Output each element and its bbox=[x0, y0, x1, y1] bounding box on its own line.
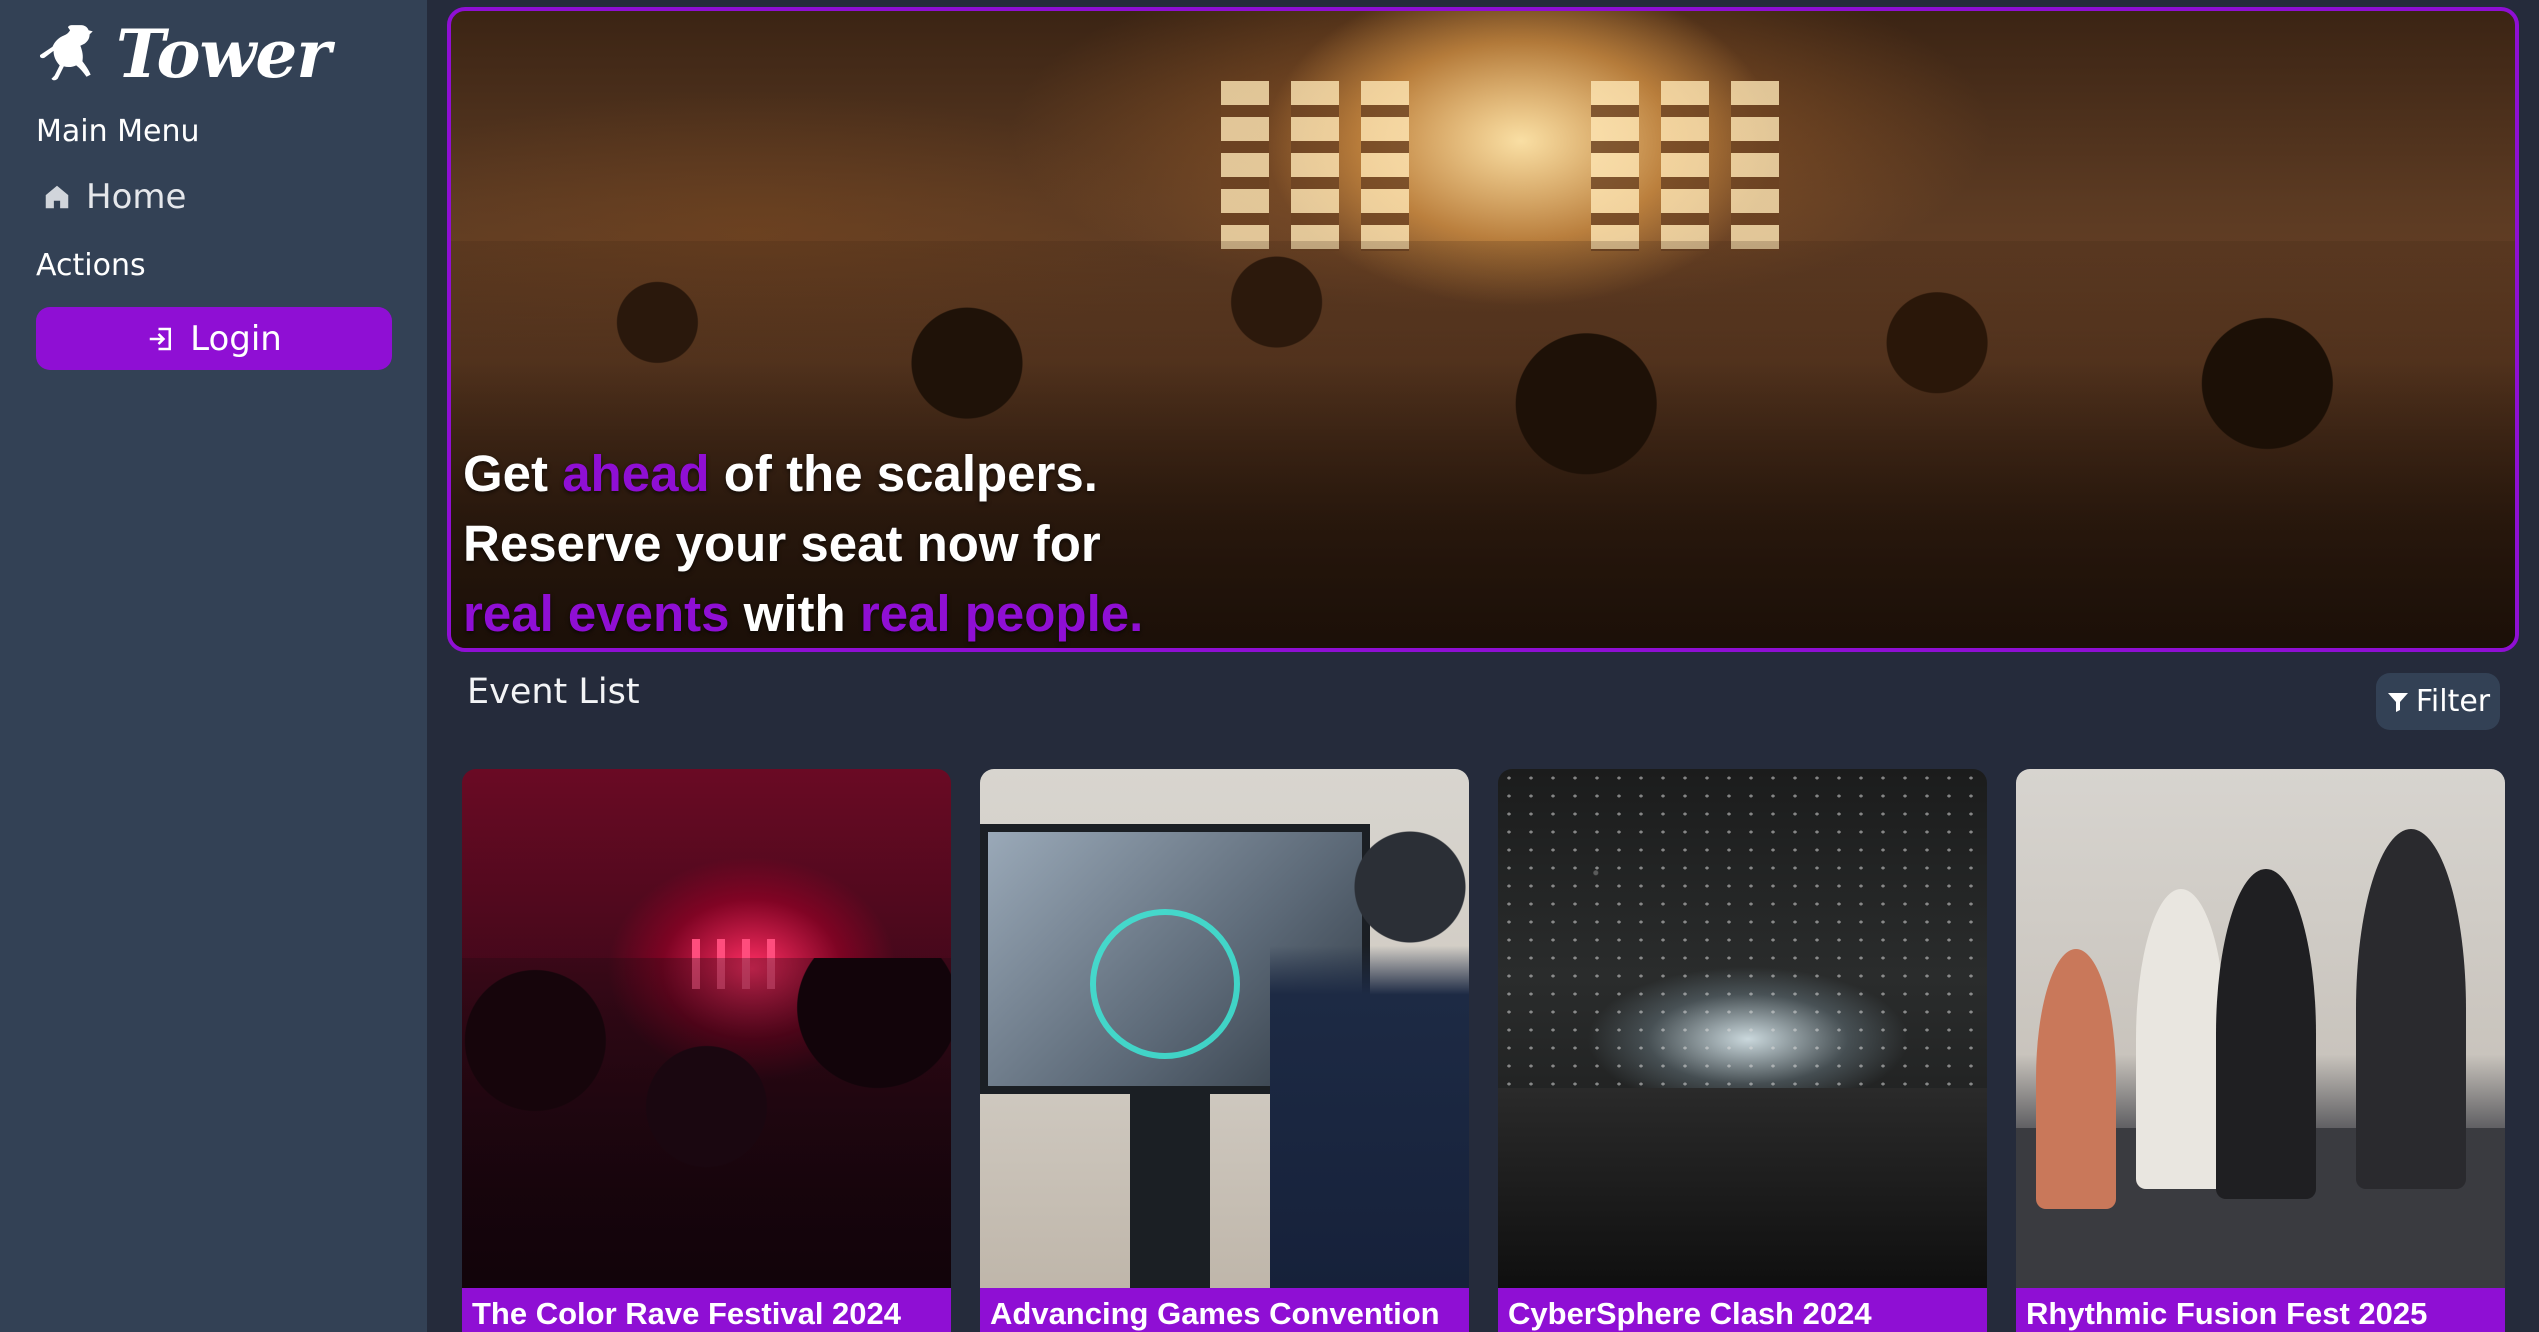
filter-button[interactable]: Filter bbox=[2376, 673, 2500, 730]
event-title: Rhythmic Fusion Fest 2025 bbox=[2016, 1288, 2505, 1332]
login-button[interactable]: Login bbox=[36, 307, 392, 370]
hero-accent-text: real people. bbox=[859, 585, 1144, 642]
hero-accent-text: real events bbox=[463, 585, 730, 642]
hero-text: with bbox=[729, 585, 860, 642]
filter-icon bbox=[2387, 692, 2408, 712]
main-menu-label: Main Menu bbox=[36, 114, 200, 149]
sidebar-item-home[interactable]: Home bbox=[42, 172, 186, 222]
event-title: Advancing Games Convention bbox=[980, 1288, 1469, 1332]
event-card[interactable]: CyberSphere Clash 2024 bbox=[1498, 769, 1987, 1332]
hero-stage-lights bbox=[1221, 81, 1781, 251]
event-card[interactable]: The Color Rave Festival 2024 bbox=[462, 769, 951, 1332]
hero-text: Reserve your seat now for bbox=[463, 515, 1101, 572]
event-image bbox=[462, 769, 951, 1288]
event-list-title: Event List bbox=[467, 672, 640, 712]
hero-headline: Get ahead of the scalpers. Reserve your … bbox=[463, 439, 1144, 648]
login-icon bbox=[149, 327, 172, 350]
brand[interactable]: Tower bbox=[36, 14, 331, 94]
event-title: CyberSphere Clash 2024 bbox=[1498, 1288, 1987, 1332]
kangaroo-icon bbox=[39, 25, 93, 81]
sidebar-item-label: Home bbox=[86, 177, 187, 217]
actions-label: Actions bbox=[36, 248, 146, 283]
event-title: The Color Rave Festival 2024 bbox=[462, 1288, 951, 1332]
event-image bbox=[2016, 769, 2505, 1288]
home-icon bbox=[45, 185, 69, 209]
hero-text: of the scalpers. bbox=[709, 445, 1098, 502]
event-image bbox=[1498, 769, 1987, 1288]
event-card[interactable]: Advancing Games Convention bbox=[980, 769, 1469, 1332]
event-image bbox=[980, 769, 1469, 1288]
sidebar: Tower Main Menu Home Actions Login bbox=[0, 0, 427, 1332]
brand-name: Tower bbox=[116, 15, 331, 93]
filter-label: Filter bbox=[2415, 684, 2491, 719]
hero-accent-text: ahead bbox=[562, 445, 710, 502]
hero-text: Get bbox=[463, 445, 563, 502]
event-card[interactable]: Rhythmic Fusion Fest 2025 bbox=[2016, 769, 2505, 1332]
hero-banner: Get ahead of the scalpers. Reserve your … bbox=[447, 7, 2519, 652]
login-label: Login bbox=[190, 318, 282, 359]
